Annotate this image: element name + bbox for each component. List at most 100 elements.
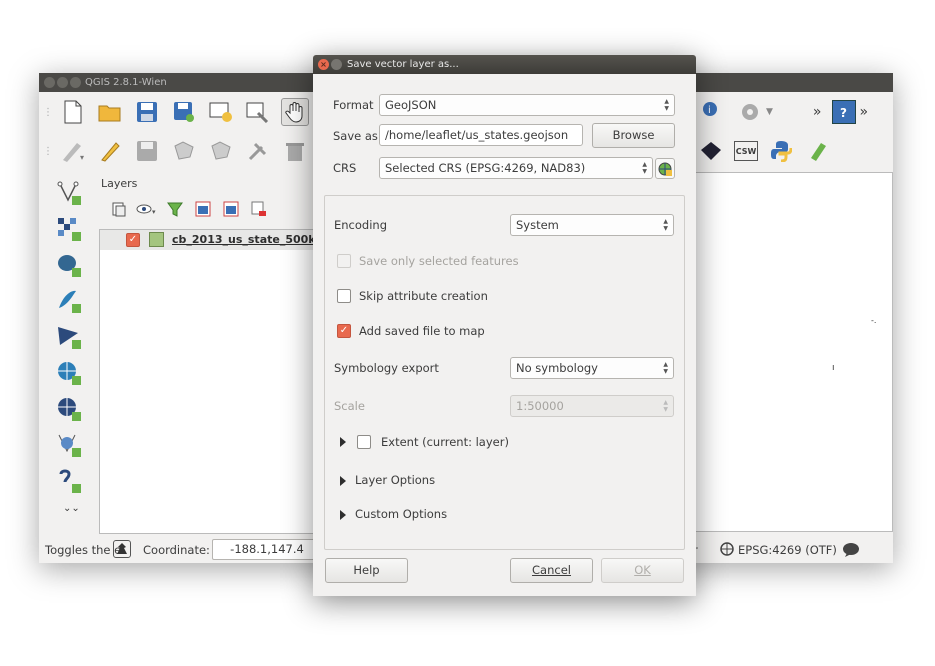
remove-layer-icon[interactable] <box>245 199 273 219</box>
settings-gear-icon[interactable] <box>736 98 764 126</box>
help-toolbar: i ▼ » ? » <box>699 95 868 129</box>
scale-select[interactable]: 1:50000 ▲ ▼ <box>510 395 674 417</box>
add-to-map-checkbox[interactable]: ✓ <box>337 324 351 338</box>
save-project-icon[interactable] <box>133 98 161 126</box>
add-delimited-text-icon[interactable] <box>55 467 83 495</box>
browse-button[interactable]: Browse <box>592 123 675 148</box>
scale-label: Scale <box>334 399 365 413</box>
csw-icon[interactable]: CSW <box>734 141 758 161</box>
file-toolbar: ⋮ <box>43 95 318 129</box>
add-wfs-layer-icon[interactable] <box>55 431 83 459</box>
digitizing-toolbar: ⋮ ▾ <box>43 134 318 168</box>
toolbar-overflow-icon[interactable]: » <box>813 104 822 120</box>
add-feature-icon[interactable] <box>170 137 198 165</box>
open-project-icon[interactable] <box>96 98 124 126</box>
dialog-close-button[interactable]: × <box>318 59 329 70</box>
crs-selector-globe-icon[interactable] <box>655 158 675 179</box>
crs-select[interactable]: Selected CRS (EPSG:4269, NAD83) ▲ ▼ <box>379 157 653 179</box>
svg-text:▾: ▾ <box>152 208 156 216</box>
save-vector-layer-dialog: × Save vector layer as... Format GeoJSON… <box>313 55 696 596</box>
coordinate-field[interactable]: -188.1,147.4 <box>212 539 322 560</box>
add-spatialite-layer-icon[interactable] <box>55 287 83 315</box>
expand-all-icon[interactable] <box>189 199 217 219</box>
minimize-window-button[interactable] <box>57 77 68 88</box>
node-tool-icon[interactable] <box>244 137 272 165</box>
composer-manager-icon[interactable] <box>244 98 272 126</box>
layers-tree[interactable]: ✓ cb_2013_us_state_500k <box>99 229 329 534</box>
collapse-all-icon[interactable] <box>217 199 245 219</box>
close-window-button[interactable] <box>44 77 55 88</box>
delete-selected-icon[interactable] <box>281 137 309 165</box>
symbology-value: No symbology <box>516 361 598 375</box>
save-as-input[interactable]: /home/leaflet/us_states.geojson <box>379 124 583 146</box>
map-canvas[interactable]: -. ı <box>694 172 893 532</box>
pan-map-icon[interactable] <box>281 98 309 126</box>
symbology-label: Symbology export <box>334 361 439 375</box>
add-postgis-layer-icon[interactable] <box>55 251 83 279</box>
layer-symbol-icon <box>149 232 164 247</box>
plugin-icon[interactable] <box>804 137 832 165</box>
identify-icon[interactable]: i <box>699 98 727 126</box>
dialog-titlebar: × Save vector layer as... <box>313 55 696 74</box>
layers-panel-title: Layers <box>101 177 138 190</box>
style-manager-icon[interactable] <box>105 199 133 219</box>
extent-label: Extent (current: layer) <box>381 435 509 449</box>
add-mssql-layer-icon[interactable] <box>55 323 83 351</box>
save-as-icon[interactable] <box>170 98 198 126</box>
toggle-editing-icon[interactable] <box>96 137 124 165</box>
save-selected-checkbox[interactable] <box>337 254 351 268</box>
coordinate-label: Coordinate: <box>143 543 210 557</box>
maximize-window-button[interactable] <box>70 77 81 88</box>
skip-attribute-checkbox[interactable] <box>337 289 351 303</box>
metasearch-icon[interactable] <box>697 137 725 165</box>
help-icon[interactable]: ? <box>831 100 856 124</box>
messages-icon[interactable] <box>842 542 860 561</box>
layers-panel-toolbar: ▾ <box>105 199 273 219</box>
crs-status[interactable]: EPSG:4269 (OTF) <box>738 543 837 557</box>
crs-globe-icon[interactable] <box>720 542 734 559</box>
extent-checkbox[interactable] <box>357 435 371 449</box>
move-feature-icon[interactable] <box>207 137 235 165</box>
encoding-value: System <box>516 218 559 232</box>
add-wcs-layer-icon[interactable] <box>55 395 83 423</box>
new-project-icon[interactable] <box>59 98 87 126</box>
add-vector-layer-icon[interactable] <box>55 179 83 207</box>
python-console-icon[interactable] <box>767 137 795 165</box>
sidebar-more-icon[interactable]: ⌄⌄ <box>63 503 89 514</box>
ok-button[interactable]: OK <box>601 558 684 583</box>
chevron-down-icon[interactable]: ▼ <box>766 107 773 117</box>
scale-value: 1:50000 <box>516 399 564 413</box>
dialog-minimize-button[interactable] <box>331 59 342 70</box>
symbology-select[interactable]: No symbology ▲ ▼ <box>510 357 674 379</box>
expand-extent-icon[interactable] <box>340 437 346 447</box>
current-edits-icon[interactable]: ▾ <box>59 137 87 165</box>
layer-options-label[interactable]: Layer Options <box>355 473 435 487</box>
custom-options-label[interactable]: Custom Options <box>355 507 447 521</box>
crs-label: CRS <box>333 161 357 175</box>
expand-layer-options-icon[interactable] <box>340 476 346 486</box>
add-raster-layer-icon[interactable] <box>55 215 83 243</box>
save-as-label: Save as <box>333 129 378 143</box>
toggle-extents-icon[interactable] <box>113 540 131 558</box>
spin-arrows-icon: ▲ ▼ <box>664 98 669 112</box>
help-button[interactable]: Help <box>325 558 408 583</box>
layer-visibility-checkbox[interactable]: ✓ <box>126 233 140 247</box>
map-feature: -. <box>871 316 877 325</box>
filter-icon[interactable] <box>161 199 189 219</box>
format-select[interactable]: GeoJSON ▲ ▼ <box>379 94 675 116</box>
status-message: Toggles the e <box>45 543 122 557</box>
save-selected-label: Save only selected features <box>359 254 519 268</box>
format-value: GeoJSON <box>385 98 437 112</box>
encoding-label: Encoding <box>334 218 387 232</box>
add-to-map-label: Add saved file to map <box>359 324 485 338</box>
cancel-button[interactable]: Cancel <box>510 558 593 583</box>
encoding-select[interactable]: System ▲ ▼ <box>510 214 674 236</box>
save-edits-icon[interactable] <box>133 137 161 165</box>
add-wms-layer-icon[interactable] <box>55 359 83 387</box>
layer-row[interactable]: ✓ cb_2013_us_state_500k <box>100 230 328 250</box>
toolbar-overflow-2-icon[interactable]: » <box>860 104 869 120</box>
spin-arrows-icon: ▲ ▼ <box>663 218 668 232</box>
new-print-composer-icon[interactable] <box>207 98 235 126</box>
expand-custom-options-icon[interactable] <box>340 510 346 520</box>
eye-icon[interactable]: ▾ <box>133 199 161 219</box>
